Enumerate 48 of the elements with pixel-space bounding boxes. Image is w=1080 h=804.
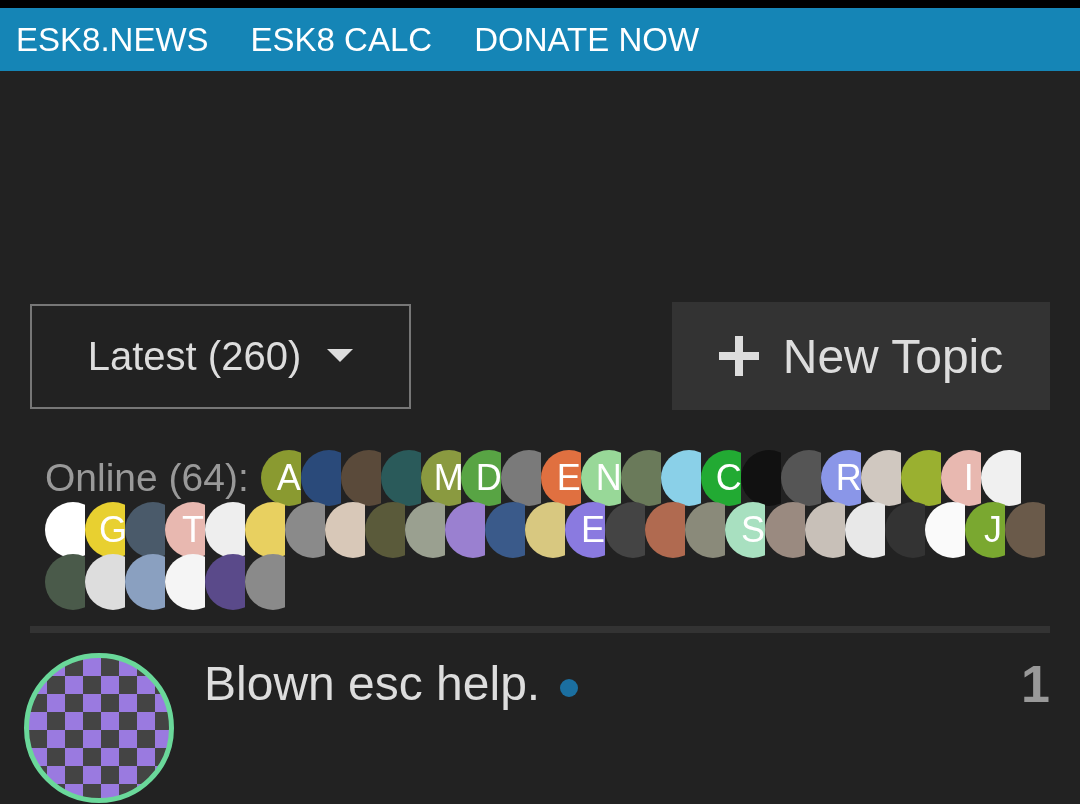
new-topic-button[interactable]: New Topic bbox=[672, 302, 1050, 410]
nav-link[interactable]: ESK8.NEWS bbox=[16, 20, 209, 59]
topic-title[interactable]: Blown esc help. bbox=[204, 655, 541, 711]
avatar-placeholder[interactable] bbox=[605, 502, 645, 558]
user-avatar[interactable]: A bbox=[260, 450, 301, 506]
reply-count: 1 bbox=[1021, 654, 1050, 714]
user-avatar[interactable]: R bbox=[820, 450, 861, 506]
caret-icon bbox=[327, 349, 354, 363]
online-label: Online (64): bbox=[45, 456, 249, 500]
avatar-placeholder[interactable] bbox=[740, 450, 781, 506]
avatar-placeholder[interactable] bbox=[85, 554, 125, 610]
avatar-placeholder[interactable] bbox=[980, 450, 1021, 506]
user-avatar[interactable]: T bbox=[165, 502, 205, 558]
avatar-placeholder[interactable] bbox=[165, 554, 205, 610]
avatar-placeholder[interactable] bbox=[125, 502, 165, 558]
filter-dropdown[interactable]: Latest (260) bbox=[30, 303, 411, 409]
nav-link[interactable]: ESK8 CALC bbox=[250, 20, 433, 59]
avatar-placeholder[interactable] bbox=[660, 450, 701, 506]
avatar-placeholder[interactable] bbox=[1005, 502, 1045, 558]
plus-icon bbox=[718, 336, 759, 376]
avatar-placeholder[interactable] bbox=[925, 502, 965, 558]
avatar-placeholder[interactable] bbox=[805, 502, 845, 558]
avatar-placeholder[interactable] bbox=[860, 450, 901, 506]
avatar-placeholder[interactable] bbox=[620, 450, 661, 506]
avatar-placeholder[interactable] bbox=[340, 450, 381, 506]
avatar-placeholder[interactable] bbox=[845, 502, 885, 558]
avatar-placeholder[interactable] bbox=[765, 502, 805, 558]
user-avatar[interactable]: J bbox=[965, 502, 1005, 558]
avatar-placeholder[interactable] bbox=[780, 450, 821, 506]
user-avatar[interactable]: E bbox=[565, 502, 605, 558]
avatar-placeholder[interactable] bbox=[205, 502, 245, 558]
user-avatar[interactable]: D bbox=[460, 450, 501, 506]
avatar-placeholder[interactable] bbox=[45, 502, 85, 558]
avatar-placeholder[interactable] bbox=[245, 502, 285, 558]
avatar-placeholder[interactable] bbox=[325, 502, 365, 558]
avatar-placeholder[interactable] bbox=[885, 502, 925, 558]
avatar-placeholder[interactable] bbox=[525, 502, 565, 558]
user-avatar[interactable]: E bbox=[540, 450, 581, 506]
user-avatar[interactable]: G bbox=[85, 502, 125, 558]
user-avatar[interactable]: N bbox=[580, 450, 621, 506]
user-avatar[interactable]: I bbox=[940, 450, 981, 506]
avatar-placeholder[interactable] bbox=[685, 502, 725, 558]
user-avatar[interactable]: C bbox=[700, 450, 741, 506]
avatar-placeholder[interactable] bbox=[125, 554, 165, 610]
avatar-placeholder[interactable] bbox=[405, 502, 445, 558]
user-avatar[interactable]: M bbox=[420, 450, 461, 506]
avatar-placeholder[interactable] bbox=[900, 450, 941, 506]
nav-link[interactable]: DONATE NOW bbox=[474, 20, 700, 59]
